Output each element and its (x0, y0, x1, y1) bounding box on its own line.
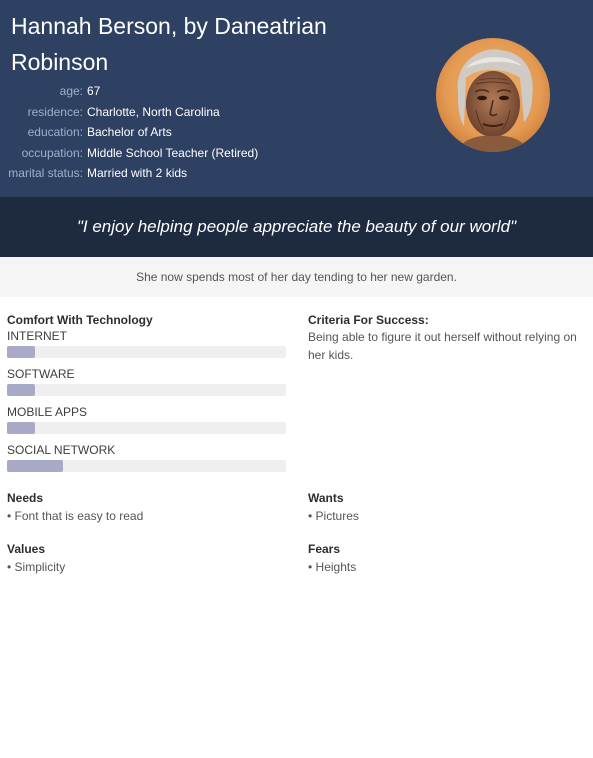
bio-bar: She now spends most of her day tending t… (0, 257, 593, 297)
fact-value: Charlotte, North Carolina (87, 104, 220, 119)
persona-quote: "I enjoy helping people appreciate the b… (76, 217, 517, 236)
criteria-text: Being able to figure it out herself with… (308, 330, 577, 362)
list-item: Simplicity (7, 558, 287, 576)
comfort-label: SOCIAL NETWORK (7, 443, 116, 457)
comfort-section: Comfort With Technology INTERNET SOFTWAR… (7, 313, 287, 472)
comfort-bar-track (7, 422, 286, 434)
comfort-item: MOBILE APPS (7, 405, 287, 434)
needs-list: Font that is easy to read (7, 507, 287, 525)
fact-row-residence: residence: Charlotte, North Carolina (0, 102, 258, 123)
fact-label: residence: (27, 104, 83, 119)
fact-label: education: (27, 125, 83, 139)
comfort-label: INTERNET (7, 329, 67, 343)
fact-value: 67 (87, 84, 101, 98)
fact-value: Married with 2 kids (87, 166, 188, 180)
comfort-item: SOCIAL NETWORK (7, 443, 287, 472)
criteria-section: Criteria For Success: Being able to figu… (308, 313, 588, 364)
comfort-title: Comfort With Technology (7, 313, 153, 327)
values-list: Simplicity (7, 558, 287, 576)
values-title: Values (7, 542, 46, 556)
wants-list: Pictures (308, 507, 588, 525)
list-item: Pictures (308, 507, 588, 525)
fact-label: marital status: (8, 166, 83, 180)
wants-section: Wants Pictures (308, 491, 588, 525)
values-section: Values Simplicity (7, 542, 287, 576)
quote-bar: "I enjoy helping people appreciate the b… (0, 197, 593, 257)
comfort-bar-fill (7, 460, 63, 472)
comfort-bar-fill (7, 384, 35, 396)
fact-row-occupation: occupation: Middle School Teacher (Retire… (0, 143, 259, 164)
fact-row-age: age: 67 (0, 81, 258, 102)
fact-value: Bachelor of Arts (87, 125, 172, 139)
comfort-bar-track (7, 346, 286, 358)
list-item: Heights (308, 558, 588, 576)
persona-name: Hannah Berson, by Daneatrian Robinson (11, 13, 327, 75)
criteria-title: Criteria For Success: (308, 313, 429, 327)
needs-title: Needs (7, 491, 44, 505)
comfort-label: MOBILE APPS (7, 405, 88, 419)
comfort-bar-track (7, 384, 286, 396)
fact-value: Middle School Teacher (Retired) (87, 145, 259, 160)
portrait-photo-icon (436, 38, 550, 152)
wants-title: Wants (308, 491, 344, 505)
comfort-item: INTERNET (7, 329, 287, 358)
fears-title: Fears (308, 542, 341, 556)
fact-row-education: education: Bachelor of Arts (0, 122, 258, 143)
comfort-item: SOFTWARE (7, 367, 287, 396)
comfort-bar-fill (7, 346, 35, 358)
avatar (436, 38, 550, 152)
comfort-bar-fill (7, 422, 35, 434)
fact-row-marital-status: marital status: Married with 2 kids (0, 163, 258, 184)
comfort-label: SOFTWARE (7, 367, 75, 381)
fact-label: age: (59, 84, 83, 98)
fears-list: Heights (308, 558, 588, 576)
persona-bio: She now spends most of her day tending t… (136, 270, 457, 284)
fact-label: occupation: (21, 145, 83, 160)
list-item: Font that is easy to read (7, 507, 287, 525)
fears-section: Fears Heights (308, 542, 588, 576)
needs-section: Needs Font that is easy to read (7, 491, 287, 525)
persona-facts: age: 67 residence: Charlotte, North Caroli… (0, 81, 258, 184)
persona-header: Hannah Berson, by Daneatrian Robinson ag… (0, 0, 593, 197)
comfort-bar-track (7, 460, 286, 472)
